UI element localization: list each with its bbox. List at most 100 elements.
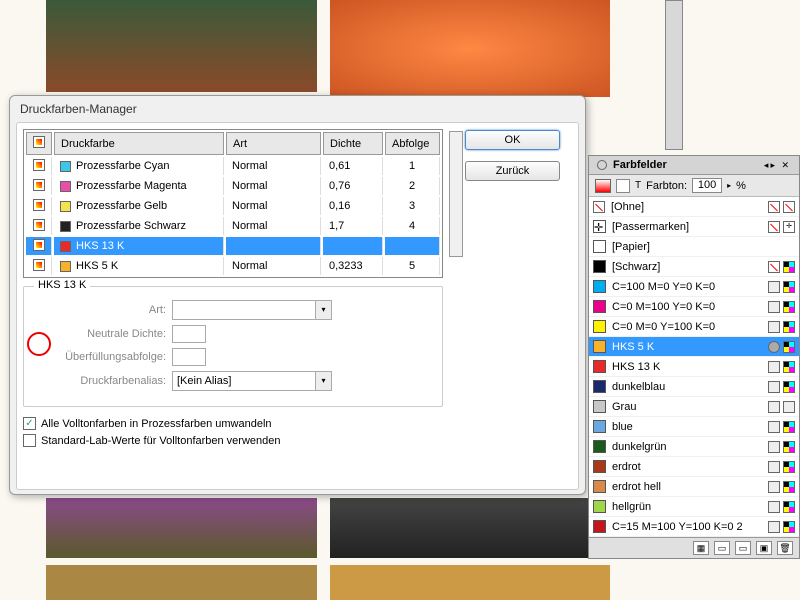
ink-swatch-icon (60, 241, 71, 252)
ink-dichte: 0,16 (323, 197, 383, 215)
swatch-row[interactable]: C=0 M=0 Y=100 K=0 (589, 317, 799, 337)
col-print-icon[interactable] (26, 132, 52, 155)
ink-row[interactable]: Prozessfarbe GelbNormal0,163 (26, 197, 440, 215)
swatch-row[interactable]: ✛[Passermarken]✛ (589, 217, 799, 237)
swatch-color-icon: ✛ (593, 220, 606, 233)
convert-spot-checkbox[interactable]: ✓ (23, 417, 36, 430)
chevron-down-icon: ▾ (315, 372, 331, 390)
swatch-row[interactable]: C=100 M=0 Y=0 K=0 (589, 277, 799, 297)
col-druckfarbe[interactable]: Druckfarbe (54, 132, 224, 155)
swatch-color-icon (593, 440, 606, 453)
panel-tab[interactable]: Farbfelder ◂▸ ✕ (589, 156, 799, 175)
swatch-row[interactable]: erdrot hell (589, 477, 799, 497)
ink-art: Normal (226, 257, 321, 275)
ink-swatch-icon (60, 221, 71, 232)
art-dropdown[interactable]: ▾ (172, 300, 332, 320)
swatch-mode-icon: ✛ (783, 221, 795, 233)
swatch-color-icon (593, 400, 606, 413)
col-dichte[interactable]: Dichte (323, 132, 383, 155)
ink-name: Prozessfarbe Gelb (76, 200, 167, 212)
swatch-color-icon (593, 360, 606, 373)
swatch-mode-icon (783, 381, 795, 393)
swatch-row[interactable]: [Papier] (589, 237, 799, 257)
fill-stroke-icon[interactable] (595, 179, 611, 193)
back-button[interactable]: Zurück (465, 161, 560, 181)
swatch-name: hellgrün (612, 501, 768, 513)
ok-button[interactable]: OK (465, 130, 560, 150)
lab-values-checkbox[interactable] (23, 434, 36, 447)
swatch-row[interactable]: [Ohne] (589, 197, 799, 217)
swatch-row[interactable]: C=15 M=100 Y=100 K=0 2 (589, 517, 799, 537)
swatch-row[interactable]: blue (589, 417, 799, 437)
ink-name: HKS 5 K (76, 260, 118, 272)
doc-image (330, 498, 610, 558)
ink-swatch-icon (60, 201, 71, 212)
tint-input[interactable]: 100 (692, 178, 722, 193)
ink-abfolge: 2 (385, 177, 440, 195)
ink-row[interactable]: Prozessfarbe MagentaNormal0,762 (26, 177, 440, 195)
ink-name: Prozessfarbe Magenta (76, 180, 187, 192)
panel-footer: ▦ ▭ ▭ ▣ 🗑 (589, 537, 799, 558)
doc-image (46, 498, 317, 558)
dichte-input[interactable] (172, 325, 206, 343)
swatch-mode-icon (783, 261, 795, 273)
show-list-icon[interactable]: ▦ (693, 541, 709, 555)
swatch-color-icon (593, 260, 606, 273)
swatch-mode-icon (783, 461, 795, 473)
printable-icon[interactable] (33, 239, 45, 251)
swatch-type-icon (768, 321, 780, 333)
swatch-row[interactable]: HKS 13 K (589, 357, 799, 377)
alias-dropdown[interactable]: [Kein Alias]▾ (172, 371, 332, 391)
ink-row[interactable]: HKS 13 K (26, 237, 440, 255)
ink-row[interactable]: HKS 5 KNormal0,32335 (26, 257, 440, 275)
printable-icon[interactable] (33, 219, 45, 231)
swatch-row[interactable]: hellgrün (589, 497, 799, 517)
printable-icon[interactable] (33, 159, 45, 171)
col-art[interactable]: Art (226, 132, 321, 155)
doc-image (46, 0, 317, 92)
ink-swatch-icon (60, 261, 71, 272)
swatch-color-icon (593, 480, 606, 493)
chevron-down-icon: ▾ (315, 301, 331, 319)
swatch-mode-icon (783, 481, 795, 493)
new-swatch-icon[interactable]: ▭ (714, 541, 730, 555)
ink-row[interactable]: Prozessfarbe CyanNormal0,611 (26, 157, 440, 175)
new-group-icon[interactable]: ▣ (756, 541, 772, 555)
printable-icon[interactable] (33, 199, 45, 211)
printable-icon[interactable] (33, 259, 45, 271)
swatch-row[interactable]: HKS 5 K (589, 337, 799, 357)
tint-label: Farbton: (646, 180, 687, 192)
formatting-container-icon[interactable] (616, 179, 630, 193)
swatch-row[interactable]: [Schwarz] (589, 257, 799, 277)
table-scrollbar[interactable] (449, 131, 463, 257)
swatch-mode-icon (783, 361, 795, 373)
ink-art: Normal (226, 217, 321, 235)
ink-abfolge: 3 (385, 197, 440, 215)
swatch-color-icon (593, 520, 606, 533)
text-format-icon[interactable]: T (635, 180, 641, 191)
swatch-row[interactable]: erdrot (589, 457, 799, 477)
ueberfuellung-input[interactable] (172, 348, 206, 366)
swatch-type-icon (768, 341, 780, 353)
swatch-color-icon (593, 340, 606, 353)
panel-menu-icon[interactable]: ◂▸ ✕ (764, 160, 791, 171)
swatch-row[interactable]: C=0 M=100 Y=0 K=0 (589, 297, 799, 317)
ink-row[interactable]: Prozessfarbe SchwarzNormal1,74 (26, 217, 440, 235)
swatch-row[interactable]: dunkelgrün (589, 437, 799, 457)
ink-art (226, 237, 321, 255)
ink-swatch-icon (60, 161, 71, 172)
printable-icon[interactable] (33, 179, 45, 191)
swatch-type-icon (768, 401, 780, 413)
swatch-name: Grau (612, 401, 768, 413)
swatch-name: C=100 M=0 Y=0 K=0 (612, 281, 768, 293)
swatch-mode-icon (783, 441, 795, 453)
swatch-row[interactable]: Grau (589, 397, 799, 417)
swatch-color-icon (593, 300, 606, 313)
tint-arrow-icon[interactable]: ▸ (727, 181, 731, 190)
col-abfolge[interactable]: Abfolge (385, 132, 440, 155)
delete-swatch-icon[interactable]: 🗑 (777, 541, 793, 555)
ink-abfolge: 1 (385, 157, 440, 175)
new-swatch-2-icon[interactable]: ▭ (735, 541, 751, 555)
swatch-name: C=0 M=100 Y=0 K=0 (612, 301, 768, 313)
swatch-row[interactable]: dunkelblau (589, 377, 799, 397)
